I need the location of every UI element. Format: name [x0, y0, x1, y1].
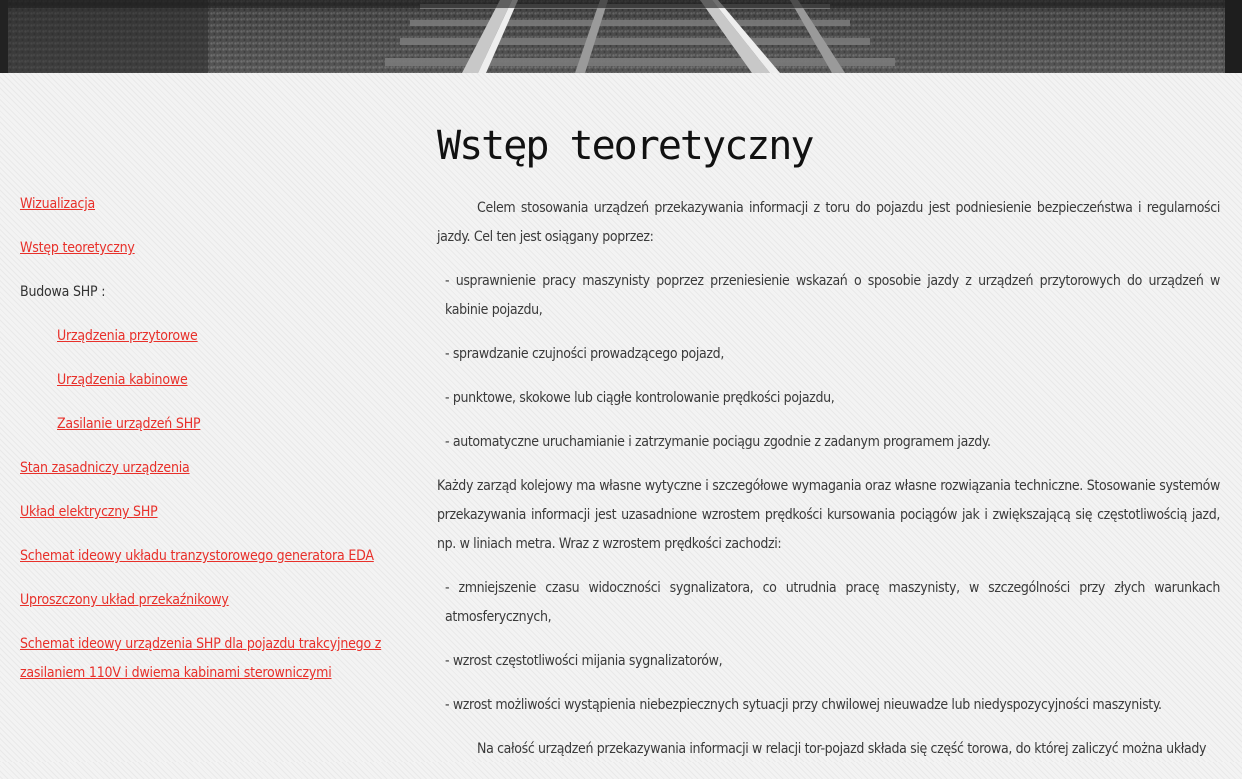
sidebar-item-budowa: Budowa SHP :: [20, 278, 400, 307]
sidebar-link-schemat-generatora-eda[interactable]: Schemat ideowy układu tranzystorowego ge…: [20, 548, 374, 564]
sidebar-item-kabinowe: Urządzenia kabinowe: [20, 366, 400, 395]
page-title: Wstęp teoretyczny: [437, 123, 814, 169]
list-item: - usprawnienie pracy maszynisty poprzez …: [445, 273, 1220, 318]
header-banner: [0, 0, 1242, 73]
sidebar-link-urzadzenia-kabinowe[interactable]: Urządzenia kabinowe: [57, 372, 188, 388]
list-item: - zmniejszenie czasu widoczności sygnali…: [445, 580, 1220, 625]
list-item: - automatyczne uruchamianie i zatrzymani…: [445, 434, 991, 450]
sidebar-link-stan-zasadniczy[interactable]: Stan zasadniczy urządzenia: [20, 460, 190, 476]
sidebar-link-zasilanie-urzadzen[interactable]: Zasilanie urządzeń SHP: [57, 416, 201, 432]
sidebar-item-wstep: Wstęp teoretyczny: [20, 234, 400, 263]
sidebar-link-wstep-teoretyczny[interactable]: Wstęp teoretyczny: [20, 240, 135, 256]
sidebar-link-urzadzenia-przytorowe[interactable]: Urządzenia przytorowe: [57, 328, 198, 344]
list-item: - wzrost możliwości wystąpienia niebezpi…: [445, 697, 1162, 713]
paragraph-body: Każdy zarząd kolejowy ma własne wytyczne…: [437, 478, 1220, 552]
railway-tracks-image: [0, 0, 1242, 73]
sidebar-item-wizualizacja: Wizualizacja: [20, 190, 400, 219]
list-item: - punktowe, skokowe lub ciągłe kontrolow…: [445, 390, 835, 406]
list-item: - sprawdzanie czujności prowadzącego poj…: [445, 346, 724, 362]
sidebar-item-stan: Stan zasadniczy urządzenia: [20, 454, 400, 483]
sidebar-link-uklad-elektryczny[interactable]: Układ elektryczny SHP: [20, 504, 158, 520]
sidebar-link-wizualizacja[interactable]: Wizualizacja: [20, 196, 95, 212]
sidebar-item-zasilanie: Zasilanie urządzeń SHP: [20, 410, 400, 439]
sidebar-item-przekaznikowy: Uproszczony układ przekaźnikowy: [20, 586, 400, 615]
list-item: - wzrost częstotliwości mijania sygnaliz…: [445, 653, 723, 669]
sidebar-item-uklad-elektryczny: Układ elektryczny SHP: [20, 498, 400, 527]
paragraph-body: Na całość urządzeń przekazywania informa…: [477, 741, 1207, 757]
sidebar-item-przytorowe: Urządzenia przytorowe: [20, 322, 400, 351]
sidebar-item-schemat-shp: Schemat ideowy urządzenia SHP dla pojazd…: [20, 630, 400, 688]
sidebar-link-uklad-przekaznikowy[interactable]: Uproszczony układ przekaźnikowy: [20, 592, 229, 608]
sidebar-item-schemat-eda: Schemat ideowy układu tranzystorowego ge…: [20, 542, 400, 571]
main-content: Wstęp teoretyczny Celem stosowania urząd…: [437, 118, 1220, 779]
sidebar-nav: Wizualizacja Wstęp teoretyczny Budowa SH…: [20, 190, 400, 703]
sidebar-section-budowa-shp: Budowa SHP :: [20, 284, 106, 300]
paragraph-intro: Celem stosowania urządzeń przekazywania …: [437, 200, 1220, 245]
sidebar-link-schemat-shp-110v[interactable]: Schemat ideowy urządzenia SHP dla pojazd…: [20, 636, 381, 681]
